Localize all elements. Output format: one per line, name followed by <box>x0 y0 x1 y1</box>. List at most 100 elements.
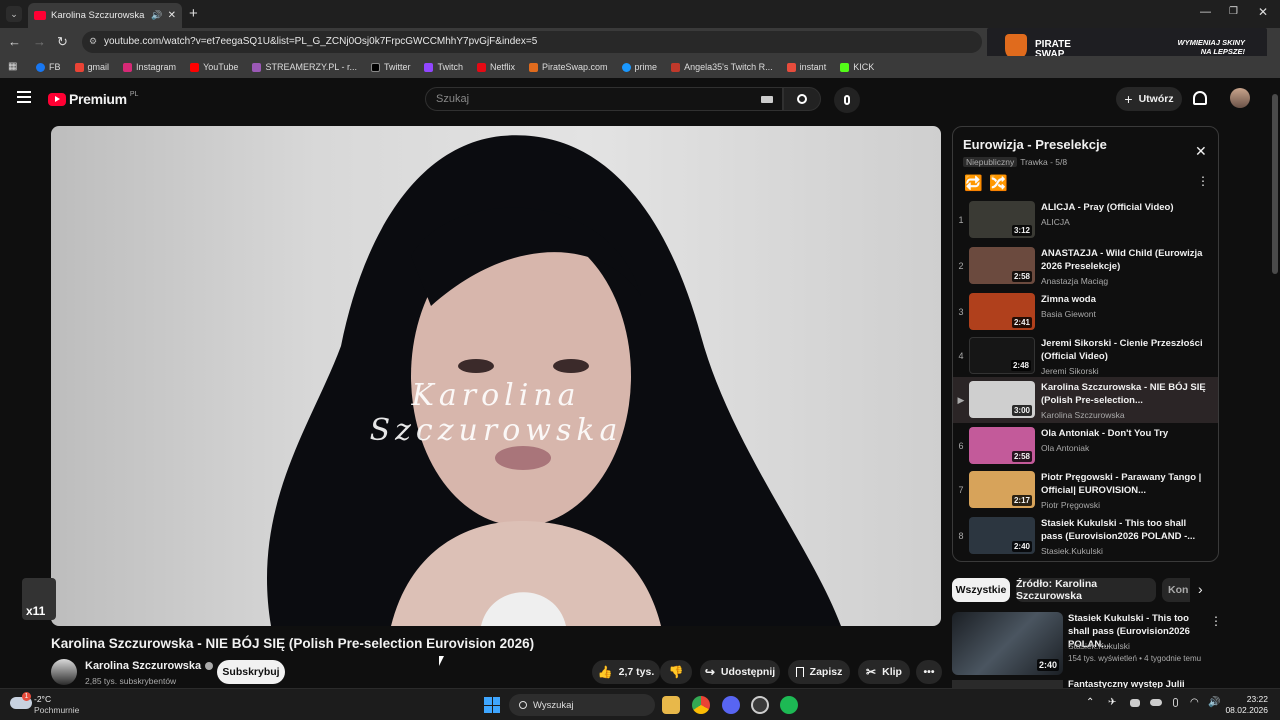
video-signature-overlay: Karolina Szczurowska <box>369 378 623 448</box>
instant-icon <box>786 62 796 72</box>
close-tab-icon[interactable]: ✕ <box>168 10 176 21</box>
windows-taskbar: 1 -2°C Pochmurnie Wyszukaj ⌃ ✈ ◠ 🔊 23:22… <box>0 688 1280 720</box>
weather-desc: Pochmurnie <box>34 705 80 715</box>
bookmark-fb[interactable]: FB <box>36 62 61 72</box>
playlist-thumbnail: 3:12 <box>969 201 1035 238</box>
tray-wifi-icon[interactable]: ◠ <box>1190 697 1199 708</box>
notifications-bell-icon[interactable] <box>1193 91 1207 105</box>
url-bar[interactable]: ⚙ youtube.com/watch?v=et7eegaSQ1U&list=P… <box>82 31 982 53</box>
chrome-icon[interactable] <box>692 696 710 714</box>
dislike-button[interactable]: 👎 <box>660 660 692 684</box>
site-info-icon[interactable]: ⚙ <box>89 36 97 47</box>
playlist-item[interactable]: 6 2:58 Ola Antoniak - Don't You Try Ola A… <box>953 423 1218 469</box>
playlist-menu-icon[interactable]: ⋮ <box>1197 174 1209 188</box>
bookmark-streamerzy[interactable]: STREAMERZY.PL - r... <box>252 62 357 72</box>
x-icon <box>370 62 380 72</box>
bookmark-twitter[interactable]: Twitter <box>370 62 410 72</box>
video-player[interactable]: Karolina Szczurowska <box>51 126 941 626</box>
start-windows-icon[interactable] <box>484 697 500 713</box>
tray-mic-icon[interactable] <box>1173 698 1178 707</box>
close-window-icon[interactable]: ✕ <box>1258 5 1268 19</box>
menu-icon[interactable] <box>17 91 31 103</box>
like-button[interactable]: 👍 2,7 tys. <box>592 660 660 684</box>
bookmark-gmail[interactable]: gmail <box>74 62 109 72</box>
bookmark-instagram[interactable]: Instagram <box>123 62 176 72</box>
active-tab[interactable]: Karolina Szczurowska - NIE 🔊 ✕ <box>28 3 182 28</box>
playlist-item-current[interactable]: ▶ 3:00 Karolina Szczurowska - NIE BÓJ SI… <box>953 377 1218 423</box>
close-playlist-icon[interactable]: ✕ <box>1195 143 1207 160</box>
playlist-item[interactable]: 4 2:48 Jeremi Sikorski - Cienie Przeszło… <box>953 333 1218 379</box>
loop-icon[interactable]: 🔁 <box>964 174 983 192</box>
tray-chevron-icon[interactable]: ⌃ <box>1086 697 1094 708</box>
back-icon[interactable]: ← <box>8 34 21 49</box>
subscribe-button[interactable]: Subskrybuj <box>217 660 285 684</box>
bookmark-icon <box>795 667 804 677</box>
account-avatar[interactable] <box>1230 88 1250 108</box>
restore-icon[interactable]: ❐ <box>1229 6 1238 17</box>
recommended-video[interactable]: 2:40 Stasiek Kukulski - This too shall p… <box>952 612 1222 676</box>
tray-cloud-icon[interactable] <box>1150 699 1162 706</box>
bookmark-angela[interactable]: Angela35's Twitch R... <box>671 62 773 72</box>
filter-chip-more[interactable]: Kon <box>1162 578 1190 602</box>
search-input[interactable]: Szukaj <box>425 87 783 111</box>
bookmark-netflix[interactable]: Netflix <box>477 62 515 72</box>
taskbar-search[interactable]: Wyszukaj <box>509 694 655 716</box>
more-actions-button[interactable]: ••• <box>916 660 942 684</box>
tray-network-icon[interactable]: ✈ <box>1108 697 1116 708</box>
tray-discord-icon[interactable] <box>1130 699 1140 707</box>
channel-avatar[interactable] <box>51 659 77 685</box>
tab-search-button[interactable]: ⌄ <box>6 6 22 22</box>
taskbar-time[interactable]: 23:22 <box>1224 694 1268 704</box>
bookmark-instant[interactable]: instant <box>786 62 826 72</box>
recommended-video[interactable]: Fantastyczny występ Julii <box>952 680 1220 688</box>
playlist-title[interactable]: Eurowizja - Preselekcje <box>963 137 1107 152</box>
corner-sticker[interactable]: x11 <box>22 578 56 620</box>
file-explorer-icon[interactable] <box>662 696 680 714</box>
voice-search-button[interactable] <box>834 87 860 113</box>
youtube-play-icon <box>48 92 66 106</box>
apps-grid-icon[interactable]: ▦ <box>8 61 17 72</box>
filter-chip-all[interactable]: Wszystkie <box>952 578 1010 602</box>
netflix-icon <box>477 62 486 72</box>
reload-icon[interactable]: ↻ <box>57 34 68 50</box>
shuffle-icon[interactable]: 🔀 <box>989 174 1008 192</box>
search-button[interactable] <box>783 87 821 111</box>
new-tab-button[interactable]: + <box>189 5 198 22</box>
playlist-item[interactable]: 3 2:41 Zimna woda Basia Giewont <box>953 289 1218 335</box>
steelseries-icon[interactable] <box>751 696 769 714</box>
forward-icon[interactable]: → <box>33 34 46 49</box>
recommended-thumbnail: 2:40 <box>952 612 1063 675</box>
spotify-icon[interactable] <box>780 696 798 714</box>
speaker-icon[interactable]: 🔊 <box>151 10 162 21</box>
save-button[interactable]: Zapisz <box>788 660 850 684</box>
filter-chip-source[interactable]: Źródło: Karolina Szczurowska <box>1016 578 1156 602</box>
page-scrollbar[interactable] <box>1272 94 1278 274</box>
chips-next-icon[interactable]: › <box>1198 581 1203 597</box>
channel-name[interactable]: Karolina Szczurowska <box>85 660 214 672</box>
bookmark-pirateswap[interactable]: PirateSwap.com <box>529 62 608 72</box>
playlist-item[interactable]: 7 2:17 Piotr Pręgowski - Parawany Tango … <box>953 467 1218 513</box>
recommended-title: Fantastyczny występ Julii <box>1068 680 1185 688</box>
search-icon <box>519 701 527 709</box>
minimize-icon[interactable]: — <box>1200 6 1211 18</box>
facebook-icon <box>36 62 45 72</box>
playlist-thumbnail: 2:58 <box>969 247 1035 284</box>
share-button[interactable]: ↪ Udostępnij <box>700 660 780 684</box>
youtube-logo[interactable]: Premium PL <box>48 91 138 107</box>
bookmark-prime[interactable]: prime <box>621 62 657 72</box>
keyboard-icon[interactable] <box>761 96 773 103</box>
clip-button[interactable]: ✂ Klip <box>858 660 910 684</box>
bookmark-twitch[interactable]: Twitch <box>424 62 463 72</box>
bookmark-kick[interactable]: KICK <box>840 62 874 72</box>
create-button[interactable]: + Utwórz <box>1116 87 1182 111</box>
playlist-item[interactable]: 2 2:58 ANASTAZJA - Wild Child (Eurowizja… <box>953 243 1218 289</box>
playlist-item[interactable]: 8 2:40 Stasiek Kukulski - This too shall… <box>953 513 1218 559</box>
playlist-thumbnail: 2:58 <box>969 427 1035 464</box>
recommended-menu-icon[interactable]: ⋮ <box>1210 614 1222 628</box>
discord-icon[interactable] <box>722 696 740 714</box>
playlist-item[interactable]: 1 3:12 ALICJA - Pray (Official Video) ALI… <box>953 197 1218 243</box>
bookmark-youtube[interactable]: YouTube <box>190 62 238 72</box>
premium-logo-text: Premium <box>69 91 127 107</box>
taskbar-date[interactable]: 08.02.2026 <box>1214 705 1268 715</box>
microphone-icon <box>844 95 850 105</box>
